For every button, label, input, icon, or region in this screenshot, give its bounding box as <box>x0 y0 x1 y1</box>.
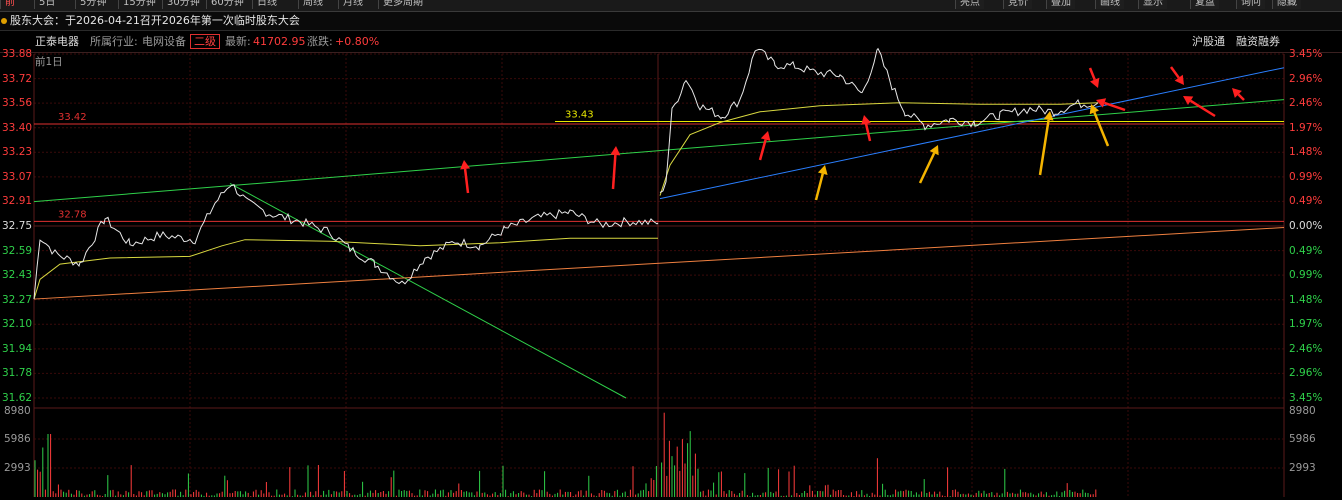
annotation-arrow-head <box>760 131 771 142</box>
annotation-arrow-head <box>861 115 871 125</box>
volume-bars <box>34 412 1097 497</box>
price-tick-label: 31.62 <box>2 392 33 404</box>
percent-tick-label: 3.45% <box>1289 48 1323 60</box>
percent-tick-label: 1.48% <box>1289 146 1323 159</box>
annotation-arrow <box>918 152 936 184</box>
percent-tick-label: 1.97% <box>1289 318 1323 331</box>
percent-tick-label: 1.48% <box>1289 293 1323 306</box>
intraday-chart[interactable]: 33.42 33.43 32.78 <box>0 0 1342 500</box>
price-tick-label: 33.56 <box>2 97 33 110</box>
percent-tick-label: 0.49% <box>1289 195 1323 208</box>
price-tick-label: 31.94 <box>2 342 33 355</box>
percent-tick-label: 1.97% <box>1289 121 1323 134</box>
price-tick-label: 32.10 <box>2 318 33 331</box>
price-lines <box>33 47 1099 300</box>
annotation-arrow <box>463 168 470 194</box>
volume-tick-label: 8980 <box>4 405 31 417</box>
percent-tick-label: 0.99% <box>1289 170 1323 183</box>
annotation-arrow-head <box>1174 74 1184 85</box>
price-tick-label: 32.91 <box>2 195 33 208</box>
percent-tick-label: 0.00% <box>1289 220 1323 232</box>
annotation-arrow <box>1093 111 1110 147</box>
volume-tick-label: 5986 <box>1289 433 1316 445</box>
percent-tick-label: 2.96% <box>1289 367 1323 380</box>
price-tick-label: 33.88 <box>2 48 33 60</box>
annotation-arrow-head <box>610 146 621 156</box>
support-line-orange <box>33 227 1285 300</box>
price-tick-label: 32.59 <box>2 244 33 257</box>
percent-tick-label: 2.96% <box>1289 72 1323 85</box>
volume-tick-label: 2993 <box>1289 462 1316 474</box>
annotation-arrow <box>1169 66 1180 79</box>
volume-tick-label: 5986 <box>4 433 31 445</box>
annotation-arrow <box>814 173 824 201</box>
annotation-arrows <box>460 66 1245 201</box>
price-level-label: 32.78 <box>58 209 87 220</box>
percent-tick-label: 3.45% <box>1289 392 1323 404</box>
annotation-arrow <box>1088 67 1096 81</box>
volume-tick-label: 2993 <box>4 462 31 474</box>
average-price-lines <box>33 102 1099 300</box>
percent-tick-label: 0.99% <box>1289 269 1323 282</box>
price-level-label: 33.42 <box>58 112 87 123</box>
volume-tick-label: 8980 <box>1289 405 1316 417</box>
price-tick-label: 33.07 <box>2 170 33 183</box>
annotation-arrow <box>1104 101 1126 112</box>
downtrend-line-green <box>229 182 627 399</box>
percent-tick-label: 0.49% <box>1289 244 1323 257</box>
annotation-arrow-head <box>460 160 471 170</box>
price-level-label: 33.43 <box>565 109 594 120</box>
price-tick-label: 33.23 <box>2 146 33 159</box>
price-level-lines: 33.42 33.43 32.78 <box>34 109 1284 222</box>
percent-tick-label: 2.46% <box>1289 342 1323 355</box>
price-tick-label: 33.72 <box>2 72 33 85</box>
price-tick-label: 32.75 <box>2 220 33 232</box>
annotation-arrow <box>1237 93 1245 101</box>
annotation-arrow-head <box>817 165 828 175</box>
annotation-arrow <box>864 123 872 142</box>
percent-tick-label: 2.46% <box>1289 97 1323 110</box>
price-tick-label: 33.40 <box>2 121 33 134</box>
period-label: 前1日 <box>35 56 63 68</box>
price-tick-label: 32.43 <box>2 269 33 282</box>
annotation-arrow <box>611 154 617 190</box>
price-tick-label: 32.27 <box>2 293 33 306</box>
price-tick-label: 31.78 <box>2 367 33 380</box>
annotation-arrow <box>1038 119 1050 176</box>
